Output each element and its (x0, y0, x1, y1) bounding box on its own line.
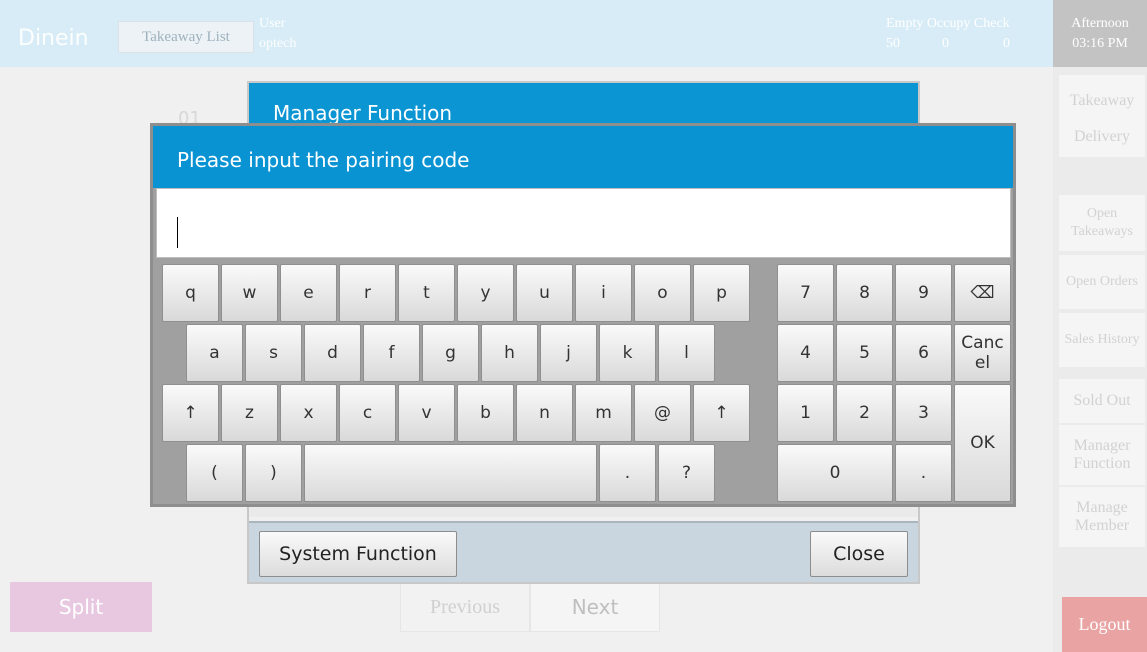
key-z[interactable]: z (221, 384, 278, 442)
key-w[interactable]: w (221, 264, 278, 322)
key-x[interactable]: x (280, 384, 337, 442)
key-t[interactable]: t (398, 264, 455, 322)
sidebar-item-delivery[interactable]: Delivery (1059, 117, 1145, 157)
key-u[interactable]: u (516, 264, 573, 322)
key-h[interactable]: h (481, 324, 538, 382)
key-s[interactable]: s (245, 324, 302, 382)
user-name: optech (259, 36, 297, 51)
user-label: User (259, 16, 286, 31)
key-open-paren[interactable]: ( (186, 444, 243, 502)
key-d[interactable]: d (304, 324, 361, 382)
key-period[interactable]: . (599, 444, 656, 502)
key-m[interactable]: m (575, 384, 632, 442)
key-r[interactable]: r (339, 264, 396, 322)
key-2[interactable]: 2 (836, 384, 893, 442)
key-at[interactable]: @ (634, 384, 691, 442)
previous-button[interactable]: Previous (400, 582, 530, 632)
dinein-tab[interactable]: Dinein (18, 26, 89, 51)
manager-dialog-footer: System Function Close (249, 521, 918, 582)
pairing-dialog-title: Please input the pairing code (153, 126, 1013, 188)
table-stats: Empty Occupy Check 50 0 0 (886, 14, 1010, 51)
sidebar-item-open-orders[interactable]: Open Orders (1059, 255, 1145, 309)
key-l[interactable]: l (658, 324, 715, 382)
shift-left-key[interactable]: ↑ (162, 384, 219, 442)
key-k[interactable]: k (599, 324, 656, 382)
key-a[interactable]: a (186, 324, 243, 382)
shift-right-key[interactable]: ↑ (693, 384, 750, 442)
text-caret (177, 217, 178, 248)
key-1[interactable]: 1 (777, 384, 834, 442)
stat-check-label: Check (973, 16, 1010, 31)
key-b[interactable]: b (457, 384, 514, 442)
stat-occupy-label: Occupy (926, 16, 971, 31)
pairing-code-dialog: Please input the pairing code q w e r t … (150, 123, 1016, 507)
split-button[interactable]: Split (10, 582, 152, 632)
key-5[interactable]: 5 (836, 324, 893, 382)
time-label: 03:16 PM (1072, 36, 1128, 51)
clock: Afternoon 03:16 PM (1053, 0, 1147, 67)
sidebar-item-manage-member[interactable]: Manage Member (1059, 487, 1145, 547)
stat-check-value: 0 (1003, 36, 1010, 51)
sidebar-item-manager-function[interactable]: Manager Function (1059, 425, 1145, 485)
key-9[interactable]: 9 (895, 264, 952, 322)
key-8[interactable]: 8 (836, 264, 893, 322)
key-close-paren[interactable]: ) (245, 444, 302, 502)
key-4[interactable]: 4 (777, 324, 834, 382)
key-v[interactable]: v (398, 384, 455, 442)
key-c[interactable]: c (339, 384, 396, 442)
key-q[interactable]: q (162, 264, 219, 322)
key-p[interactable]: p (693, 264, 750, 322)
key-o[interactable]: o (634, 264, 691, 322)
key-j[interactable]: j (540, 324, 597, 382)
key-6[interactable]: 6 (895, 324, 952, 382)
ok-key[interactable]: OK (954, 384, 1011, 502)
top-bar: Dinein Takeaway List User optech Empty O… (0, 0, 1147, 67)
close-button[interactable]: Close (810, 531, 908, 577)
sidebar-item-sold-out[interactable]: Sold Out (1059, 379, 1145, 423)
logout-button[interactable]: Logout (1062, 597, 1147, 652)
key-question[interactable]: ? (658, 444, 715, 502)
user-info: User optech (259, 14, 296, 54)
stat-occupy-value: 0 (942, 36, 949, 51)
space-key[interactable] (304, 444, 597, 502)
stat-empty-value: 50 (886, 36, 900, 51)
sidebar-item-sales-history[interactable]: Sales History (1059, 313, 1145, 367)
key-f[interactable]: f (363, 324, 420, 382)
period-label: Afternoon (1071, 16, 1129, 31)
key-7[interactable]: 7 (777, 264, 834, 322)
key-y[interactable]: y (457, 264, 514, 322)
backspace-icon[interactable]: ⌫ (954, 264, 1011, 322)
cancel-key[interactable]: Canc el (954, 324, 1011, 382)
takeaway-list-tab[interactable]: Takeaway List (118, 21, 254, 53)
key-3[interactable]: 3 (895, 384, 952, 442)
sidebar-item-open-takeaways[interactable]: Open Takeaways (1059, 195, 1145, 251)
key-i[interactable]: i (575, 264, 632, 322)
pairing-code-input[interactable] (156, 188, 1011, 258)
next-button[interactable]: Next (530, 582, 660, 632)
key-e[interactable]: e (280, 264, 337, 322)
key-decimal[interactable]: . (895, 444, 952, 502)
key-g[interactable]: g (422, 324, 479, 382)
system-function-button[interactable]: System Function (259, 531, 457, 577)
stat-empty-label: Empty (886, 16, 924, 31)
key-0[interactable]: 0 (777, 444, 893, 502)
right-sidebar: Takeaway Delivery Open Takeaways Open Or… (1053, 67, 1147, 652)
key-n[interactable]: n (516, 384, 573, 442)
